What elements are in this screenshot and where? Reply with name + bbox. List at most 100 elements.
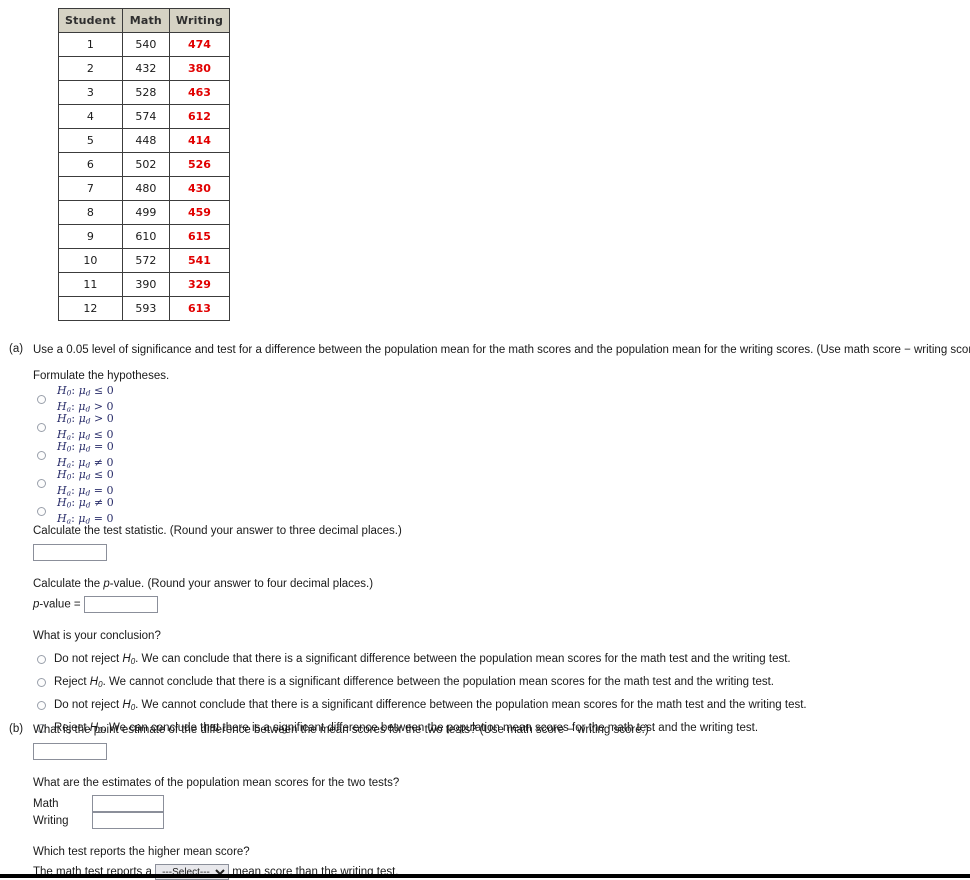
conclusion-option-3[interactable]: Do not reject H0. We cannot conclude tha… bbox=[33, 694, 968, 717]
conclusion-option-label: Reject H0. We cannot conclude that there… bbox=[54, 676, 775, 689]
hypothesis-option-label: H0: μd = 0 Ha: μd ≠ 0 bbox=[57, 440, 114, 470]
writing-estimate-label: Writing bbox=[33, 814, 69, 827]
cell-writing: 613 bbox=[168, 296, 231, 321]
hypothesis-option-3[interactable]: H0: μd = 0 Ha: μd ≠ 0 bbox=[33, 440, 968, 470]
cell-student: 6 bbox=[58, 152, 123, 177]
formulate-hypotheses-label: Formulate the hypotheses. bbox=[33, 370, 170, 382]
cell-writing: 474 bbox=[168, 32, 231, 57]
scores-table-body: 1 540 474 2 432 380 3 528 463 4 574 612 5 448 414 6 502 5… bbox=[58, 32, 231, 321]
table-row: 7 480 430 bbox=[58, 176, 231, 201]
higher-mean-prompt: Which test reports the higher mean score… bbox=[33, 846, 250, 858]
conclusion-option-label: Do not reject H0. We cannot conclude tha… bbox=[54, 699, 807, 712]
cell-student: 3 bbox=[58, 80, 123, 105]
math-estimate-input[interactable] bbox=[92, 795, 165, 812]
part-b-prompt: What is the point estimate of the differ… bbox=[33, 724, 649, 736]
hypothesis-option-label: H0: μd ≤ 0 Ha: μd > 0 bbox=[57, 384, 114, 414]
scores-table: Student Math Writing 1 540 474 2 432 380 3 528 4… bbox=[58, 8, 231, 321]
p-value-prompt: Calculate the p-value. (Round your answe… bbox=[33, 577, 968, 592]
cell-student: 1 bbox=[58, 32, 123, 57]
hypothesis-option-label: H0: μd ≤ 0 Ha: μd = 0 bbox=[57, 468, 114, 498]
p-value-row: p-value = bbox=[33, 596, 968, 613]
conclusion-option-1[interactable]: Do not reject H0. We can conclude that t… bbox=[33, 648, 968, 671]
hypothesis-option-2[interactable]: H0: μd > 0 Ha: μd ≤ 0 bbox=[33, 412, 968, 442]
cell-math: 499 bbox=[121, 200, 170, 225]
hypothesis-option-label: H0: μd > 0 Ha: μd ≤ 0 bbox=[57, 412, 114, 442]
cell-writing: 526 bbox=[168, 152, 231, 177]
cell-math: 610 bbox=[121, 224, 170, 249]
cell-math: 528 bbox=[121, 80, 170, 105]
p-value-prompt-rest: -value. (Round your answer to four decim… bbox=[109, 578, 374, 590]
population-estimates-prompt: What are the estimates of the population… bbox=[33, 777, 400, 789]
table-row: 8 499 459 bbox=[58, 200, 231, 225]
radio-icon[interactable] bbox=[37, 479, 46, 488]
cell-student: 11 bbox=[58, 272, 123, 297]
column-header-math: Math bbox=[121, 8, 170, 33]
math-estimate-label: Math bbox=[33, 797, 59, 810]
cell-math: 502 bbox=[121, 152, 170, 177]
hypothesis-options-list: H0: μd ≤ 0 Ha: μd > 0 H0: μd > 0 Ha: μd ≤ 0… bbox=[33, 384, 968, 526]
column-header-writing: Writing bbox=[168, 8, 231, 33]
table-row: 4 574 612 bbox=[58, 104, 231, 129]
cell-math: 480 bbox=[121, 176, 170, 201]
cell-student: 8 bbox=[58, 200, 123, 225]
table-row: 9 610 615 bbox=[58, 224, 231, 249]
cell-writing: 463 bbox=[168, 80, 231, 105]
cell-student: 9 bbox=[58, 224, 123, 249]
radio-icon[interactable] bbox=[37, 507, 46, 516]
radio-icon[interactable] bbox=[37, 451, 46, 460]
cell-writing: 612 bbox=[168, 104, 231, 129]
question-part-a: (a) Use a 0.05 level of significance and… bbox=[0, 343, 970, 740]
cell-math: 593 bbox=[121, 296, 170, 321]
part-a-label: (a) bbox=[9, 343, 24, 355]
table-row: 3 528 463 bbox=[58, 80, 231, 105]
part-a-prompt: Use a 0.05 level of significance and tes… bbox=[33, 344, 970, 356]
p-value-label-rest: -value = bbox=[39, 598, 81, 611]
cell-writing: 459 bbox=[168, 200, 231, 225]
conclusion-option-2[interactable]: Reject H0. We cannot conclude that there… bbox=[33, 671, 968, 694]
table-row: 2 432 380 bbox=[58, 56, 231, 81]
cell-writing: 414 bbox=[168, 128, 231, 153]
table-row: 11 390 329 bbox=[58, 272, 231, 297]
cell-writing: 430 bbox=[168, 176, 231, 201]
column-header-student: Student bbox=[58, 8, 123, 33]
bottom-divider bbox=[0, 874, 970, 878]
table-row: 12 593 613 bbox=[58, 296, 231, 321]
cell-student: 4 bbox=[58, 104, 123, 129]
writing-estimate-row: Writing bbox=[33, 812, 968, 829]
table-row: 6 502 526 bbox=[58, 152, 231, 177]
cell-student: 5 bbox=[58, 128, 123, 153]
scores-table-head: Student Math Writing bbox=[58, 8, 231, 33]
hypothesis-option-5[interactable]: H0: μd ≠ 0 Ha: μd = 0 bbox=[33, 496, 968, 526]
point-estimate-input[interactable] bbox=[33, 743, 107, 760]
radio-icon[interactable] bbox=[37, 678, 46, 687]
table-row: 5 448 414 bbox=[58, 128, 231, 153]
cell-writing: 615 bbox=[168, 224, 231, 249]
cell-math: 572 bbox=[121, 248, 170, 273]
hypothesis-option-1[interactable]: H0: μd ≤ 0 Ha: μd > 0 bbox=[33, 384, 968, 414]
table-header-row: Student Math Writing bbox=[58, 8, 231, 33]
part-b-label: (b) bbox=[9, 723, 24, 735]
cell-math: 540 bbox=[121, 32, 170, 57]
conclusion-option-label: Do not reject H0. We can conclude that t… bbox=[54, 653, 791, 666]
p-value-prompt-pre: Calculate the bbox=[33, 578, 104, 590]
radio-icon[interactable] bbox=[37, 395, 46, 404]
question-part-b: (b) What is the point estimate of the di… bbox=[0, 723, 970, 880]
cell-student: 10 bbox=[58, 248, 123, 273]
table-row: 10 572 541 bbox=[58, 248, 231, 273]
cell-writing: 541 bbox=[168, 248, 231, 273]
writing-estimate-input[interactable] bbox=[92, 812, 165, 829]
cell-writing: 329 bbox=[168, 272, 231, 297]
radio-icon[interactable] bbox=[37, 655, 46, 664]
cell-math: 448 bbox=[121, 128, 170, 153]
conclusion-prompt: What is your conclusion? bbox=[33, 630, 161, 642]
scores-table-container: Student Math Writing 1 540 474 2 432 380 3 528 4… bbox=[58, 8, 231, 321]
hypothesis-option-label: H0: μd ≠ 0 Ha: μd = 0 bbox=[57, 496, 114, 526]
radio-icon[interactable] bbox=[37, 423, 46, 432]
radio-icon[interactable] bbox=[37, 701, 46, 710]
cell-math: 390 bbox=[121, 272, 170, 297]
cell-student: 12 bbox=[58, 296, 123, 321]
p-value-input[interactable] bbox=[83, 596, 158, 613]
hypothesis-option-4[interactable]: H0: μd ≤ 0 Ha: μd = 0 bbox=[33, 468, 968, 498]
test-statistic-input[interactable] bbox=[33, 544, 107, 561]
math-estimate-row: Math bbox=[33, 795, 968, 812]
